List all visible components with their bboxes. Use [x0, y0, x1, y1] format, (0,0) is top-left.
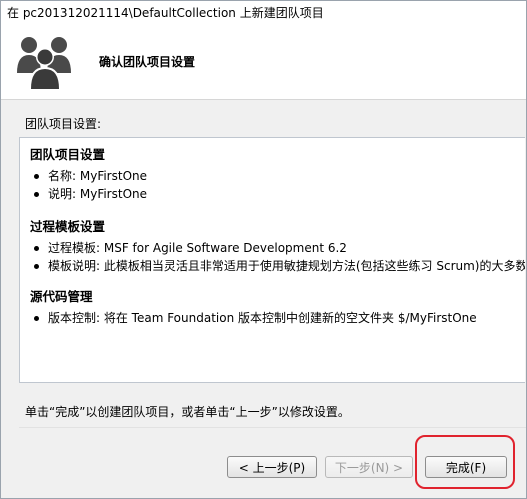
next-button[interactable]: 下一步(N) > [325, 456, 413, 478]
window-title: 在 pc201312021114\DefaultCollection 上新建团队… [1, 1, 526, 25]
group-source-control: 源代码管理 版本控制: 将在 Team Foundation 版本控制中创建新的… [30, 288, 477, 327]
section-label: 团队项目设置: [25, 117, 102, 131]
group-heading: 团队项目设置 [30, 147, 106, 162]
settings-summary-panel[interactable]: 团队项目设置 名称: MyFirstOne 说明: MyFirstOne 过程模… [19, 137, 525, 383]
list-item: 说明: MyFirstOne [30, 185, 147, 203]
wizard-banner: 确认团队项目设置 [1, 25, 526, 100]
group-heading: 源代码管理 [30, 289, 93, 304]
group-process-template-settings: 过程模板设置 过程模板: MSF for Agile Software Deve… [30, 218, 525, 275]
divider [19, 427, 526, 428]
list-item: 版本控制: 将在 Team Foundation 版本控制中创建新的空文件夹 $… [30, 309, 477, 327]
list-item: 过程模板: MSF for Agile Software Development… [30, 239, 525, 257]
back-button[interactable]: < 上一步(P) [227, 456, 317, 478]
banner-title: 确认团队项目设置 [99, 55, 196, 69]
instruction-text: 单击“完成”以创建团队项目，或者单击“上一步”以修改设置。 [25, 405, 350, 419]
new-team-project-dialog: 在 pc201312021114\DefaultCollection 上新建团队… [0, 0, 527, 499]
finish-button[interactable]: 完成(F) [425, 456, 507, 478]
group-heading: 过程模板设置 [30, 219, 106, 234]
group-team-project-settings: 团队项目设置 名称: MyFirstOne 说明: MyFirstOne [30, 146, 147, 203]
list-item: 名称: MyFirstOne [30, 167, 147, 185]
list-item: 模板说明: 此模板相当灵活且非常适用于使用敏捷规划方法(包括这些练习 Scrum… [30, 257, 525, 275]
team-people-icon [15, 33, 75, 91]
